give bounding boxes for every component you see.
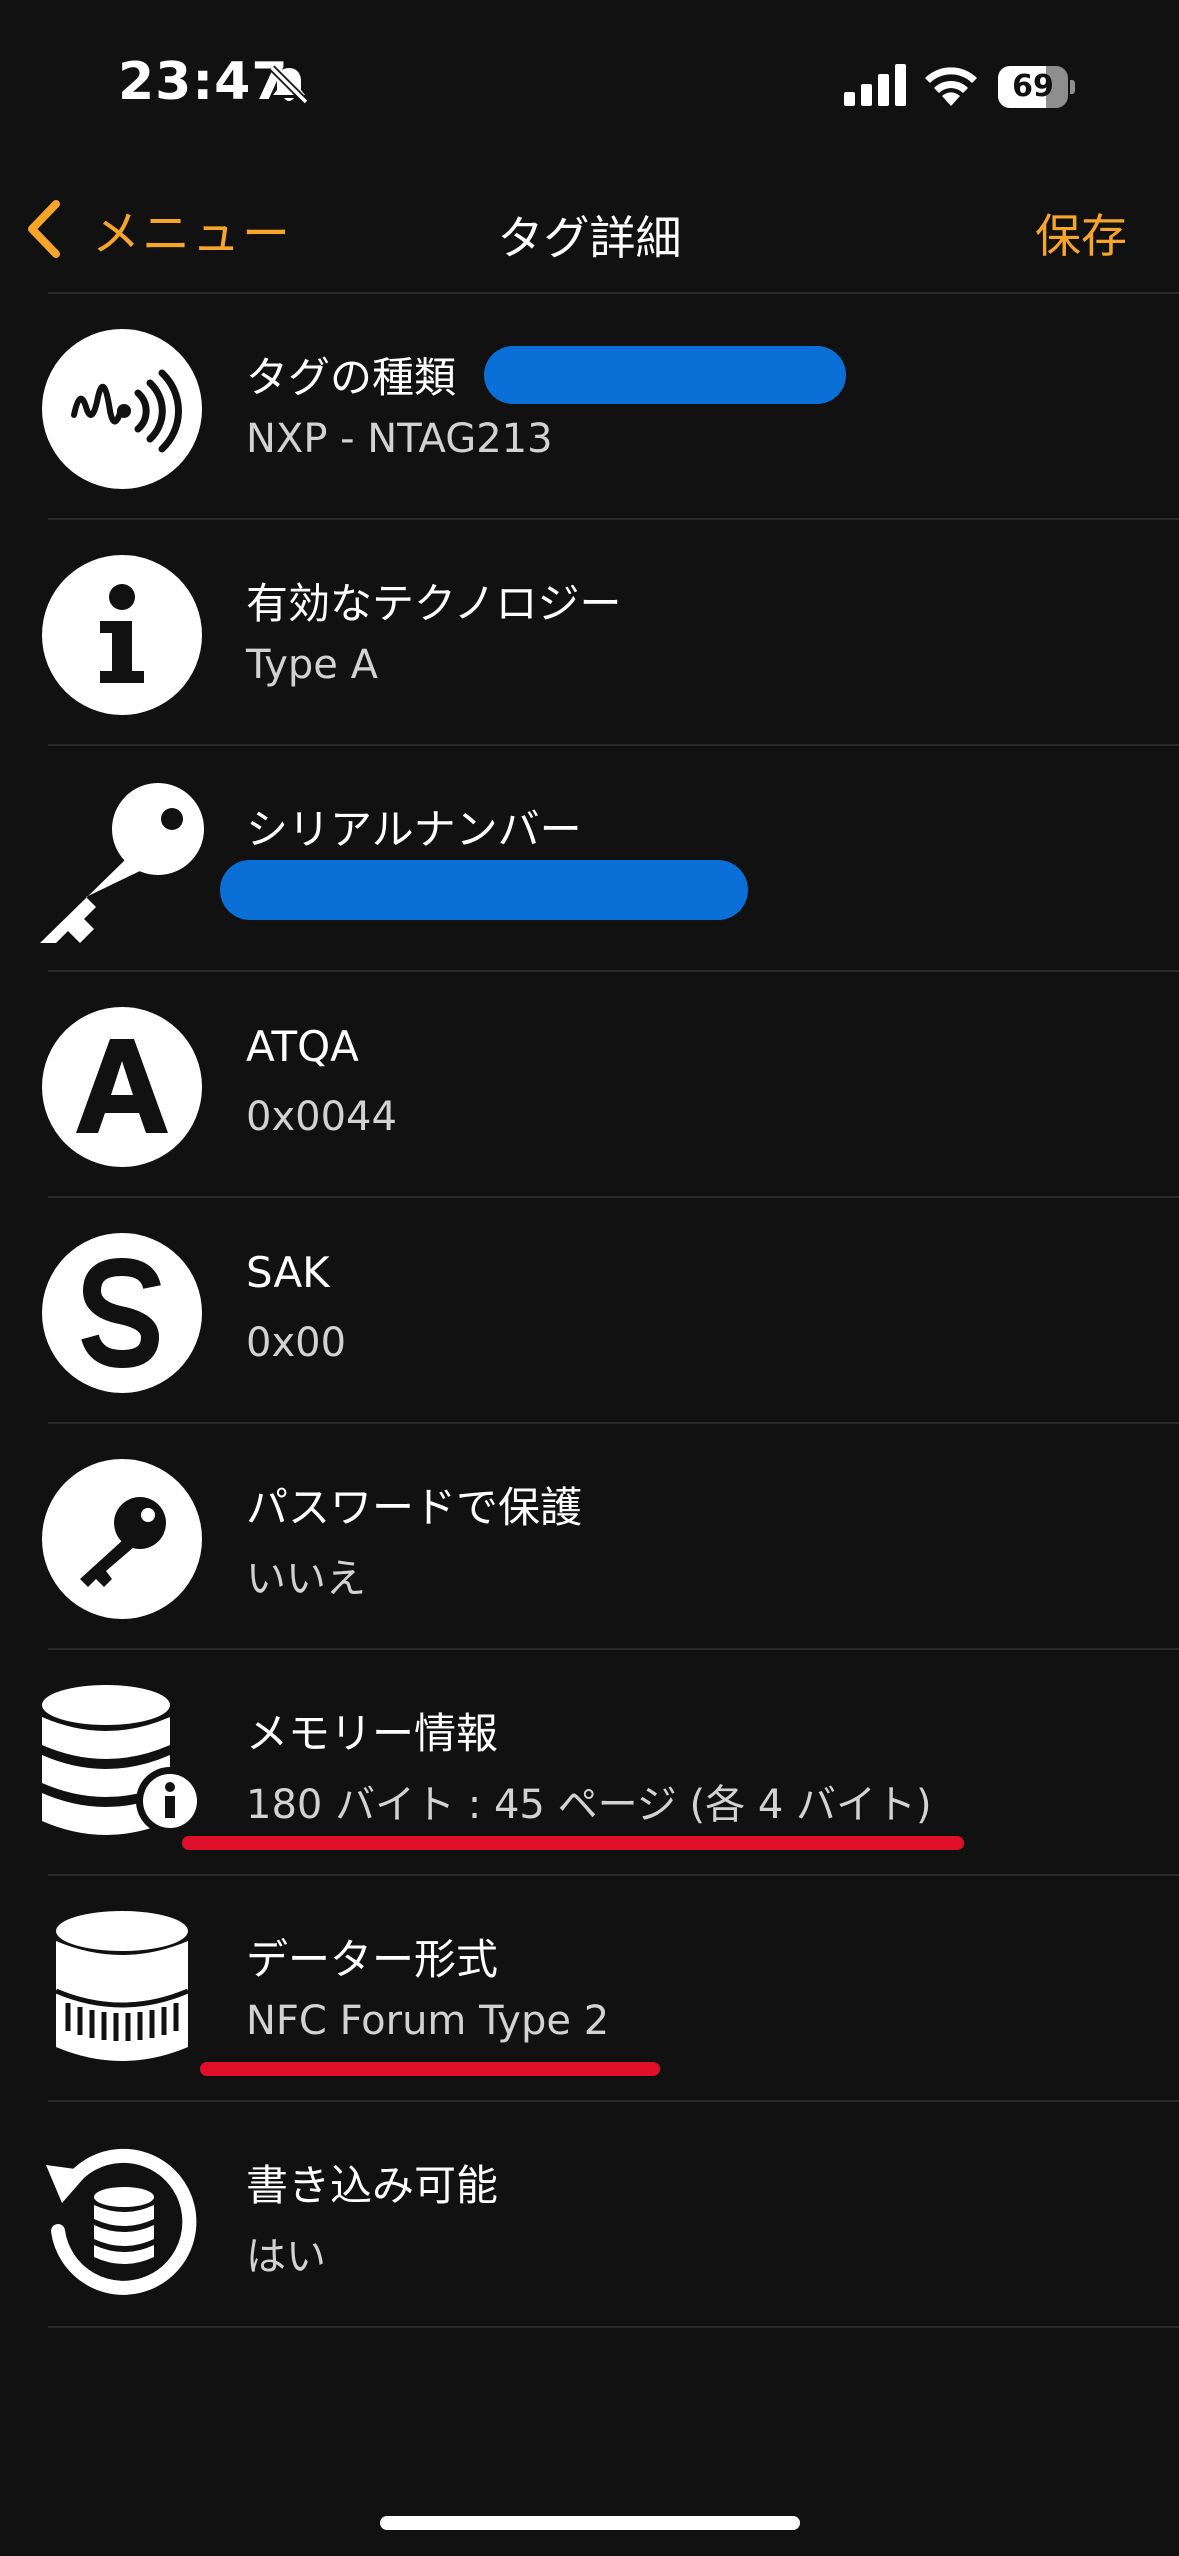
row-tag-type[interactable]: タグの種類 NXP - NTAG213 (0, 294, 1179, 520)
database-sync-icon (46, 2148, 197, 2295)
database-icon (55, 1911, 189, 2061)
row-title: 書き込み可能 (246, 2161, 499, 2210)
row-value: Type A (246, 642, 378, 688)
database-info-icon (42, 1685, 204, 1835)
key-lock-icon (42, 1459, 202, 1619)
row-technology[interactable]: 有効なテクノロジー Type A (0, 520, 1179, 746)
bell-slash-icon (269, 65, 309, 105)
nfc-signal-icon (42, 329, 202, 489)
row-value: 0x00 (246, 1320, 347, 1366)
row-title: ATQA (246, 1022, 359, 1071)
redaction-bar (220, 860, 748, 920)
row-sak[interactable]: SAK 0x00 (0, 1198, 1179, 1424)
divider (48, 2326, 1179, 2328)
annotation-underline (182, 1836, 964, 1850)
status-bar: 23:47 69 (0, 0, 1179, 170)
battery-level: 69 (1012, 69, 1054, 104)
wifi-icon (925, 67, 977, 106)
row-title: シリアルナンバー (246, 805, 582, 854)
row-serial-number[interactable]: シリアルナンバー (0, 746, 1179, 972)
annotation-underline (200, 2062, 660, 2076)
redaction-bar (484, 346, 846, 404)
row-title: 有効なテクノロジー (246, 579, 622, 628)
status-time: 23:47 (118, 52, 289, 112)
row-title: メモリー情報 (246, 1709, 499, 1758)
row-value: 180 バイト : 45 ページ (各 4 バイト) (246, 1782, 932, 1828)
letter-a-icon (42, 1007, 202, 1167)
row-password-protection[interactable]: パスワードで保護 いいえ (0, 1424, 1179, 1650)
letter-s-icon (42, 1233, 202, 1393)
row-data-format[interactable]: データー形式 NFC Forum Type 2 (0, 1876, 1179, 2102)
battery-icon: 69 (998, 66, 1075, 108)
row-value: いいえ (246, 1556, 366, 1602)
page-title: タグ詳細 (497, 211, 682, 265)
row-value: NFC Forum Type 2 (246, 1998, 610, 2044)
cellular-signal-icon (844, 64, 906, 106)
navigation-bar: メニュー タグ詳細 保存 (0, 170, 1179, 290)
row-title: SAK (246, 1248, 330, 1297)
save-button[interactable]: 保存 (1035, 200, 1127, 266)
key-icon (40, 783, 204, 943)
row-atqa[interactable]: ATQA 0x0044 (0, 972, 1179, 1198)
row-title: データー形式 (246, 1935, 499, 1984)
row-writable[interactable]: 書き込み可能 はい (0, 2102, 1179, 2328)
row-title: パスワードで保護 (246, 1483, 583, 1532)
row-title: タグの種類 (246, 353, 457, 402)
row-value: 0x0044 (246, 1094, 397, 1140)
row-value: はい (246, 2234, 326, 2280)
info-icon (42, 555, 202, 715)
row-memory-info[interactable]: メモリー情報 180 バイト : 45 ページ (各 4 バイト) (0, 1650, 1179, 1876)
row-value: NXP - NTAG213 (246, 416, 553, 462)
home-indicator[interactable] (380, 2516, 800, 2530)
